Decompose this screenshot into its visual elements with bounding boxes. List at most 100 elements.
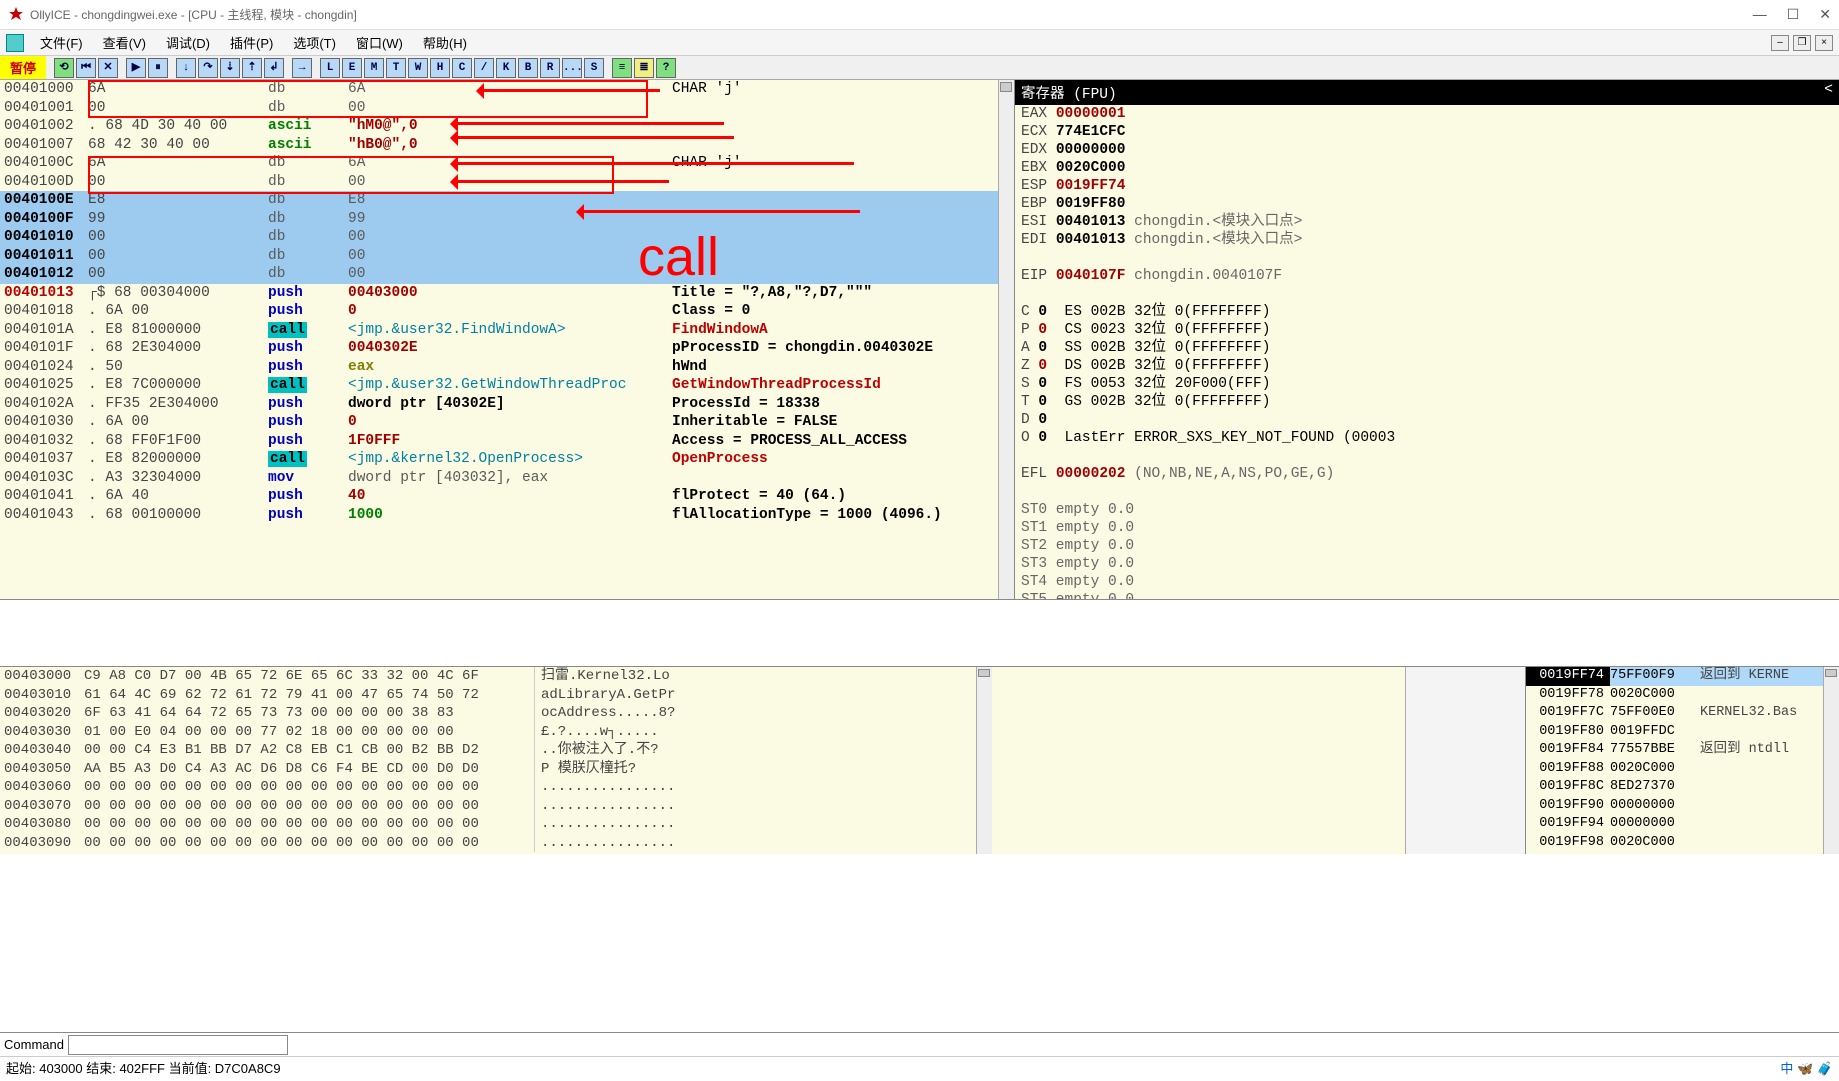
hexdump-row[interactable]: 00403000C9 A8 C0 D7 00 4B 65 72 6E 65 6C… (0, 667, 1405, 686)
menu-item[interactable]: 选项(T) (283, 36, 346, 51)
panel-button-b[interactable]: B (518, 58, 538, 78)
step-over-button[interactable]: ↷ (198, 58, 218, 78)
disasm-row[interactable]: 00401012 00db00 (0, 265, 1014, 284)
panel-button-l[interactable]: L (320, 58, 340, 78)
disasm-row[interactable]: 0040101F. 68 2E304000push0040302EpProces… (0, 339, 1014, 358)
disasm-row[interactable]: 00401018. 6A 00push0Class = 0 (0, 302, 1014, 321)
register-line[interactable]: ESI 00401013 chongdin.<模块入口点> (1015, 213, 1839, 231)
disasm-row[interactable]: 0040100E E8dbE8 (0, 191, 1014, 210)
maximize-button[interactable]: ☐ (1787, 6, 1800, 23)
register-line[interactable]: A 0 SS 002B 32位 0(FFFFFFFF) (1015, 339, 1839, 357)
stack-row[interactable]: 0019FF780020C000 (1526, 686, 1839, 705)
hexdump-panel[interactable]: 00403000C9 A8 C0 D7 00 4B 65 72 6E 65 6C… (0, 667, 1405, 854)
hexdump-row[interactable]: 0040304000 00 C4 E3 B1 BB D7 A2 C8 EB C1… (0, 741, 1405, 760)
stack-row[interactable]: 0019FF8477557BBE返回到 ntdll (1526, 741, 1839, 760)
panel-button-m[interactable]: M (364, 58, 384, 78)
hex-scrollbar[interactable] (976, 667, 992, 854)
register-line[interactable]: ECX 774E1CFC (1015, 123, 1839, 141)
close-button[interactable]: ✕ (1819, 6, 1831, 23)
register-line[interactable] (1015, 285, 1839, 303)
mdi-minimize[interactable]: – (1771, 35, 1789, 51)
disassembly-panel[interactable]: call 00401000 6Adb6ACHAR 'j'00401001 00d… (0, 80, 1015, 599)
hexdump-row[interactable]: 0040306000 00 00 00 00 00 00 00 00 00 00… (0, 778, 1405, 797)
appearance-button[interactable]: ≣ (634, 58, 654, 78)
stack-row[interactable]: 0019FF7C75FF00E0KERNEL32.Bas (1526, 704, 1839, 723)
registers-expand-icon[interactable]: < (1824, 82, 1833, 103)
rewind-button[interactable]: ⏮ (76, 58, 96, 78)
panel-button-r[interactable]: R (540, 58, 560, 78)
disasm-scrollbar[interactable] (998, 80, 1014, 599)
registers-panel[interactable]: 寄存器 (FPU) < EAX 00000001ECX 774E1CFCEDX … (1015, 80, 1839, 599)
panel-button-h[interactable]: H (430, 58, 450, 78)
register-line[interactable]: EDI 00401013 chongdin.<模块入口点> (1015, 231, 1839, 249)
minimize-button[interactable]: — (1753, 6, 1767, 23)
register-line[interactable]: ST1 empty 0.0 (1015, 519, 1839, 537)
panel-button-...[interactable]: ... (562, 58, 582, 78)
step-into-button[interactable]: ↓ (176, 58, 196, 78)
disasm-row[interactable]: 0040100C 6Adb6ACHAR 'j' (0, 154, 1014, 173)
register-line[interactable]: EBP 0019FF80 (1015, 195, 1839, 213)
register-line[interactable]: ST5 empty 0.0 (1015, 591, 1839, 599)
register-line[interactable] (1015, 483, 1839, 501)
register-line[interactable]: D 0 (1015, 411, 1839, 429)
disasm-row[interactable]: 00401010 00db00 (0, 228, 1014, 247)
panel-button-s[interactable]: S (584, 58, 604, 78)
register-line[interactable]: EAX 00000001 (1015, 105, 1839, 123)
command-input[interactable] (68, 1035, 288, 1055)
options-button[interactable]: ≡ (612, 58, 632, 78)
menu-item[interactable]: 查看(V) (93, 36, 156, 51)
panel-button-k[interactable]: K (496, 58, 516, 78)
stack-row[interactable]: 0019FF980020C000 (1526, 834, 1839, 853)
stack-row[interactable]: 0019FF7475FF00F9返回到 KERNE (1526, 667, 1839, 686)
disasm-row[interactable]: 0040101A. E8 81000000call<jmp.&user32.Fi… (0, 321, 1014, 340)
stack-row[interactable]: 0019FF9400000000 (1526, 815, 1839, 834)
hexdump-row[interactable]: 0040309000 00 00 00 00 00 00 00 00 00 00… (0, 834, 1405, 853)
restart-button[interactable]: ⟲ (54, 58, 74, 78)
stack-row[interactable]: 0019FF880020C000 (1526, 760, 1839, 779)
hexdump-row[interactable]: 0040308000 00 00 00 00 00 00 00 00 00 00… (0, 815, 1405, 834)
stack-row[interactable]: 0019FF800019FFDC (1526, 723, 1839, 742)
disasm-row[interactable]: 00401013┌$ 68 00304000push00403000Title … (0, 284, 1014, 303)
register-line[interactable] (1015, 447, 1839, 465)
hexdump-row[interactable]: 00403050AA B5 A3 D0 C4 A3 AC D6 D8 C6 F4… (0, 760, 1405, 779)
disasm-row[interactable]: 0040102A. FF35 2E304000pushdword ptr [40… (0, 395, 1014, 414)
disasm-row[interactable]: 0040100F 99db99 (0, 210, 1014, 229)
menu-item[interactable]: 帮助(H) (413, 36, 477, 51)
register-line[interactable]: ST3 empty 0.0 (1015, 555, 1839, 573)
disasm-row[interactable]: 00401043. 68 00100000push1000flAllocatio… (0, 506, 1014, 525)
register-line[interactable]: EIP 0040107F chongdin.0040107F (1015, 267, 1839, 285)
hexdump-row[interactable]: 0040303001 00 E0 04 00 00 00 77 02 18 00… (0, 723, 1405, 742)
disasm-row[interactable]: 00401024. 50pusheaxhWnd (0, 358, 1014, 377)
register-line[interactable]: ESP 0019FF74 (1015, 177, 1839, 195)
mdi-close[interactable]: × (1815, 35, 1833, 51)
panel-button-w[interactable]: W (408, 58, 428, 78)
trace-into-button[interactable]: ⇣ (220, 58, 240, 78)
execute-till-return-button[interactable]: ↲ (264, 58, 284, 78)
disasm-row[interactable]: 0040100D 00db00 (0, 173, 1014, 192)
pause-button[interactable]: ⏸ (148, 58, 168, 78)
panel-button-c[interactable]: C (452, 58, 472, 78)
register-line[interactable]: O 0 LastErr ERROR_SXS_KEY_NOT_FOUND (000… (1015, 429, 1839, 447)
disasm-row[interactable]: 00401002. 68 4D 30 40 00ascii"hM0@",0 (0, 117, 1014, 136)
register-line[interactable]: EBX 0020C000 (1015, 159, 1839, 177)
menu-item[interactable]: 文件(F) (30, 36, 93, 51)
panel-button-/[interactable]: / (474, 58, 494, 78)
goto-button[interactable]: → (292, 58, 312, 78)
register-line[interactable] (1015, 249, 1839, 267)
register-line[interactable]: ST4 empty 0.0 (1015, 573, 1839, 591)
stack-scrollbar[interactable] (1823, 667, 1839, 854)
disasm-row[interactable]: 00401037. E8 82000000call<jmp.&kernel32.… (0, 450, 1014, 469)
hexdump-row[interactable]: 0040307000 00 00 00 00 00 00 00 00 00 00… (0, 797, 1405, 816)
register-line[interactable]: ST2 empty 0.0 (1015, 537, 1839, 555)
register-line[interactable]: EFL 00000202 (NO,NB,NE,A,NS,PO,GE,G) (1015, 465, 1839, 483)
close-debug-button[interactable]: ✕ (98, 58, 118, 78)
disasm-row[interactable]: 00401025. E8 7C000000call<jmp.&user32.Ge… (0, 376, 1014, 395)
stack-row[interactable]: 0019FF9000000000 (1526, 797, 1839, 816)
menu-item[interactable]: 调试(D) (156, 36, 220, 51)
disasm-row[interactable]: 00401032. 68 FF0F1F00push1F0FFFAccess = … (0, 432, 1014, 451)
disasm-row[interactable]: 00401007 68 42 30 40 00ascii"hB0@",0 (0, 136, 1014, 155)
disasm-row[interactable]: 00401001 00db00 (0, 99, 1014, 118)
mdi-restore[interactable]: ❐ (1793, 35, 1811, 51)
menu-item[interactable]: 窗口(W) (346, 36, 413, 51)
register-line[interactable]: S 0 FS 0053 32位 20F000(FFF) (1015, 375, 1839, 393)
